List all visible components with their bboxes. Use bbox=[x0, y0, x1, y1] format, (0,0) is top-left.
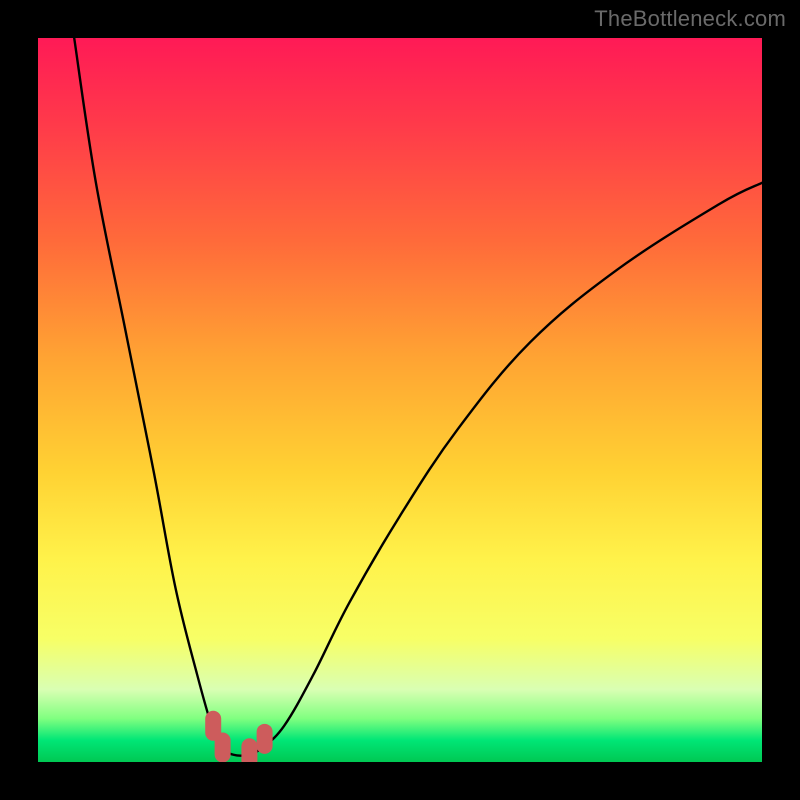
marker-left-lower bbox=[215, 733, 231, 762]
marker-right-upper bbox=[257, 724, 273, 754]
marker-right-lower bbox=[241, 738, 257, 762]
chart-frame: TheBottleneck.com bbox=[0, 0, 800, 800]
watermark-text: TheBottleneck.com bbox=[594, 6, 786, 32]
bottleneck-curve bbox=[74, 38, 762, 756]
plot-area bbox=[38, 38, 762, 762]
bottleneck-curve-svg bbox=[38, 38, 762, 762]
curve-markers bbox=[205, 711, 272, 762]
